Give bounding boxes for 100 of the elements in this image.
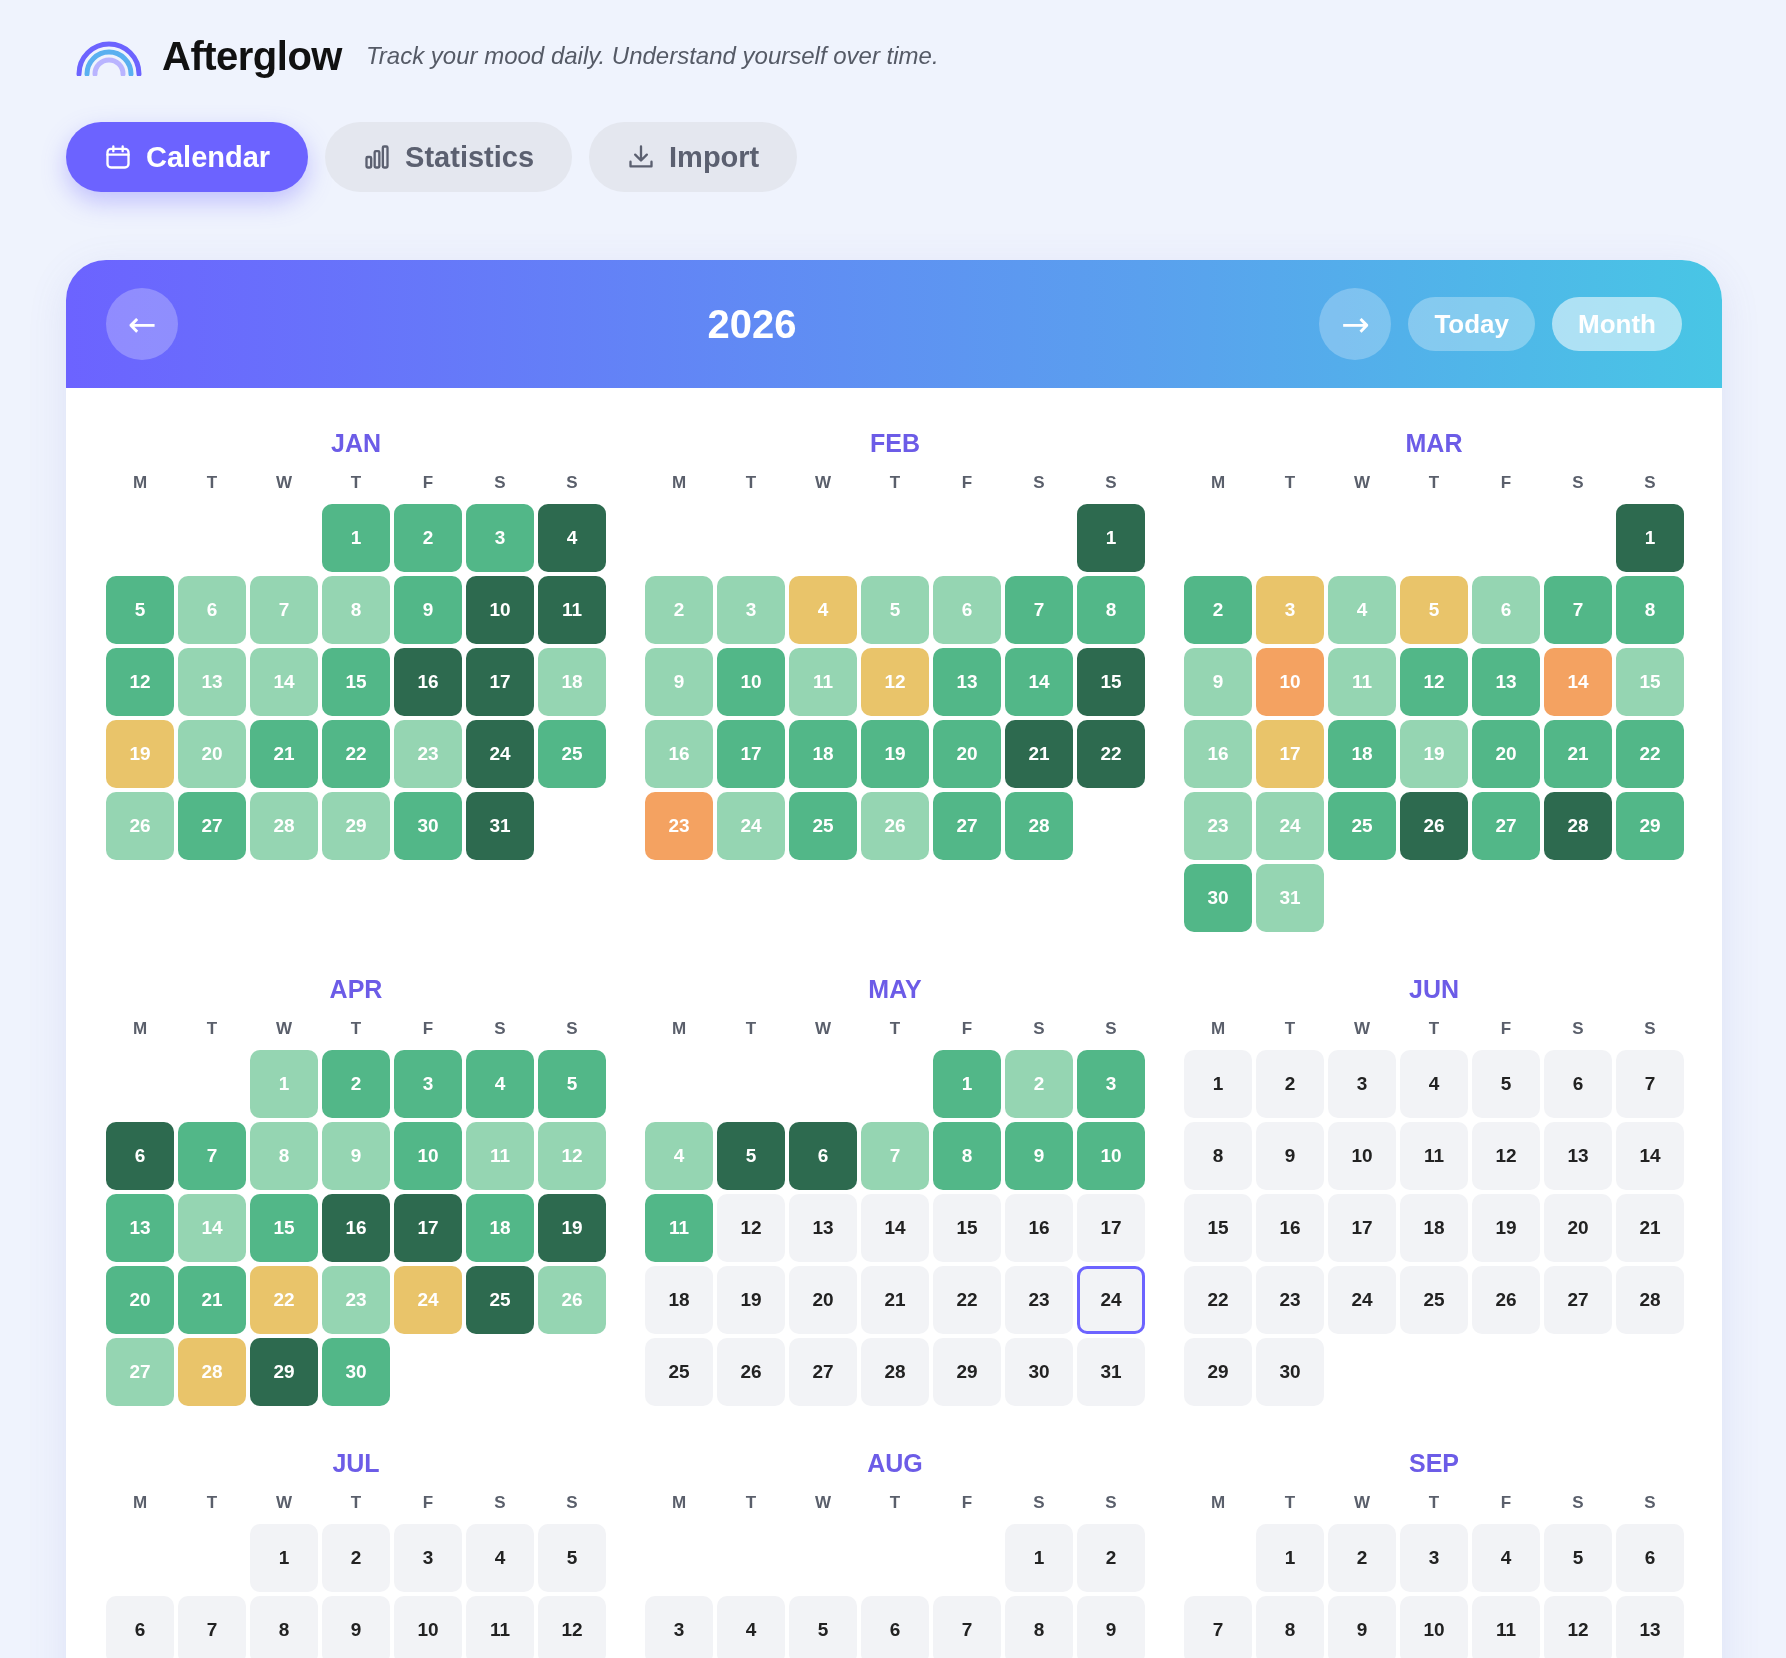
day-cell[interactable]: 20 <box>789 1266 857 1334</box>
day-cell[interactable]: 7 <box>1616 1050 1684 1118</box>
day-cell[interactable]: 10 <box>1328 1122 1396 1190</box>
day-cell[interactable]: 25 <box>645 1338 713 1406</box>
day-cell[interactable]: 19 <box>717 1266 785 1334</box>
day-cell[interactable]: 14 <box>861 1194 929 1262</box>
day-cell[interactable]: 16 <box>1184 720 1252 788</box>
day-cell[interactable]: 23 <box>645 792 713 860</box>
day-cell[interactable]: 9 <box>1256 1122 1324 1190</box>
day-cell[interactable]: 30 <box>1256 1338 1324 1406</box>
day-cell[interactable]: 25 <box>1400 1266 1468 1334</box>
day-cell[interactable]: 31 <box>466 792 534 860</box>
day-cell[interactable]: 15 <box>933 1194 1001 1262</box>
day-cell[interactable]: 17 <box>1077 1194 1145 1262</box>
day-cell[interactable]: 30 <box>322 1338 390 1406</box>
day-cell[interactable]: 14 <box>250 648 318 716</box>
day-cell[interactable]: 9 <box>1077 1596 1145 1658</box>
day-cell[interactable]: 18 <box>1400 1194 1468 1262</box>
day-cell[interactable]: 12 <box>538 1122 606 1190</box>
day-cell[interactable]: 4 <box>717 1596 785 1658</box>
day-cell[interactable]: 7 <box>178 1596 246 1658</box>
day-cell[interactable]: 15 <box>1184 1194 1252 1262</box>
nav-tab[interactable]: Calendar <box>66 122 309 192</box>
day-cell[interactable]: 10 <box>1400 1596 1468 1658</box>
day-cell[interactable]: 28 <box>1005 792 1073 860</box>
day-cell[interactable]: 26 <box>1400 792 1468 860</box>
day-cell[interactable]: 9 <box>394 576 462 644</box>
day-cell[interactable]: 4 <box>538 504 606 572</box>
day-cell[interactable]: 28 <box>1616 1266 1684 1334</box>
day-cell[interactable]: 25 <box>789 792 857 860</box>
day-cell[interactable]: 16 <box>645 720 713 788</box>
day-cell[interactable]: 30 <box>1184 864 1252 932</box>
day-cell[interactable]: 19 <box>861 720 929 788</box>
view-button[interactable]: Today <box>1408 297 1536 351</box>
day-cell[interactable]: 28 <box>861 1338 929 1406</box>
day-cell[interactable]: 5 <box>1472 1050 1540 1118</box>
day-cell[interactable]: 18 <box>466 1194 534 1262</box>
day-cell[interactable]: 23 <box>1005 1266 1073 1334</box>
day-cell[interactable]: 6 <box>861 1596 929 1658</box>
day-cell[interactable]: 21 <box>1616 1194 1684 1262</box>
day-cell[interactable]: 26 <box>1472 1266 1540 1334</box>
day-cell[interactable]: 24 <box>1256 792 1324 860</box>
day-cell[interactable]: 5 <box>538 1050 606 1118</box>
day-cell[interactable]: 10 <box>717 648 785 716</box>
day-cell[interactable]: 11 <box>538 576 606 644</box>
day-cell[interactable]: 1 <box>1256 1524 1324 1592</box>
day-cell[interactable]: 28 <box>178 1338 246 1406</box>
day-cell[interactable]: 24 <box>1328 1266 1396 1334</box>
day-cell[interactable]: 4 <box>1400 1050 1468 1118</box>
day-cell[interactable]: 2 <box>1077 1524 1145 1592</box>
day-cell[interactable]: 12 <box>861 648 929 716</box>
day-cell[interactable]: 30 <box>1005 1338 1073 1406</box>
day-cell[interactable]: 15 <box>1077 648 1145 716</box>
day-cell[interactable]: 9 <box>645 648 713 716</box>
view-button[interactable]: Month <box>1552 297 1682 351</box>
day-cell[interactable]: 22 <box>1616 720 1684 788</box>
day-cell[interactable]: 7 <box>178 1122 246 1190</box>
day-cell[interactable]: 21 <box>178 1266 246 1334</box>
day-cell[interactable]: 27 <box>106 1338 174 1406</box>
day-cell[interactable]: 5 <box>717 1122 785 1190</box>
day-cell[interactable]: 20 <box>1544 1194 1612 1262</box>
day-cell[interactable]: 29 <box>322 792 390 860</box>
day-cell[interactable]: 29 <box>1184 1338 1252 1406</box>
day-cell[interactable]: 18 <box>789 720 857 788</box>
day-cell[interactable]: 12 <box>106 648 174 716</box>
day-cell[interactable]: 17 <box>1256 720 1324 788</box>
day-cell[interactable]: 19 <box>1472 1194 1540 1262</box>
day-cell[interactable]: 6 <box>1472 576 1540 644</box>
day-cell[interactable]: 2 <box>394 504 462 572</box>
day-cell[interactable]: 11 <box>1400 1122 1468 1190</box>
day-cell[interactable]: 1 <box>1184 1050 1252 1118</box>
day-cell[interactable]: 18 <box>538 648 606 716</box>
day-cell[interactable]: 26 <box>717 1338 785 1406</box>
day-cell[interactable]: 1 <box>1077 504 1145 572</box>
day-cell[interactable]: 17 <box>717 720 785 788</box>
day-cell[interactable]: 27 <box>789 1338 857 1406</box>
day-cell[interactable]: 22 <box>1077 720 1145 788</box>
day-cell[interactable]: 2 <box>645 576 713 644</box>
day-cell[interactable]: 12 <box>1544 1596 1612 1658</box>
day-cell[interactable]: 11 <box>1472 1596 1540 1658</box>
day-cell[interactable]: 31 <box>1077 1338 1145 1406</box>
day-cell[interactable]: 29 <box>250 1338 318 1406</box>
day-cell[interactable]: 15 <box>1616 648 1684 716</box>
day-cell[interactable]: 13 <box>1544 1122 1612 1190</box>
day-cell[interactable]: 8 <box>1184 1122 1252 1190</box>
day-cell[interactable]: 16 <box>394 648 462 716</box>
day-cell[interactable]: 21 <box>861 1266 929 1334</box>
day-cell[interactable]: 19 <box>538 1194 606 1262</box>
day-cell[interactable]: 17 <box>394 1194 462 1262</box>
day-cell[interactable]: 16 <box>1256 1194 1324 1262</box>
day-cell[interactable]: 5 <box>1544 1524 1612 1592</box>
day-cell[interactable]: 2 <box>1184 576 1252 644</box>
day-cell[interactable]: 27 <box>1472 792 1540 860</box>
day-cell[interactable]: 1 <box>322 504 390 572</box>
day-cell[interactable]: 10 <box>1077 1122 1145 1190</box>
day-cell[interactable]: 13 <box>106 1194 174 1262</box>
day-cell[interactable]: 4 <box>466 1050 534 1118</box>
day-cell[interactable]: 3 <box>1400 1524 1468 1592</box>
day-cell[interactable]: 9 <box>1005 1122 1073 1190</box>
day-cell[interactable]: 4 <box>466 1524 534 1592</box>
